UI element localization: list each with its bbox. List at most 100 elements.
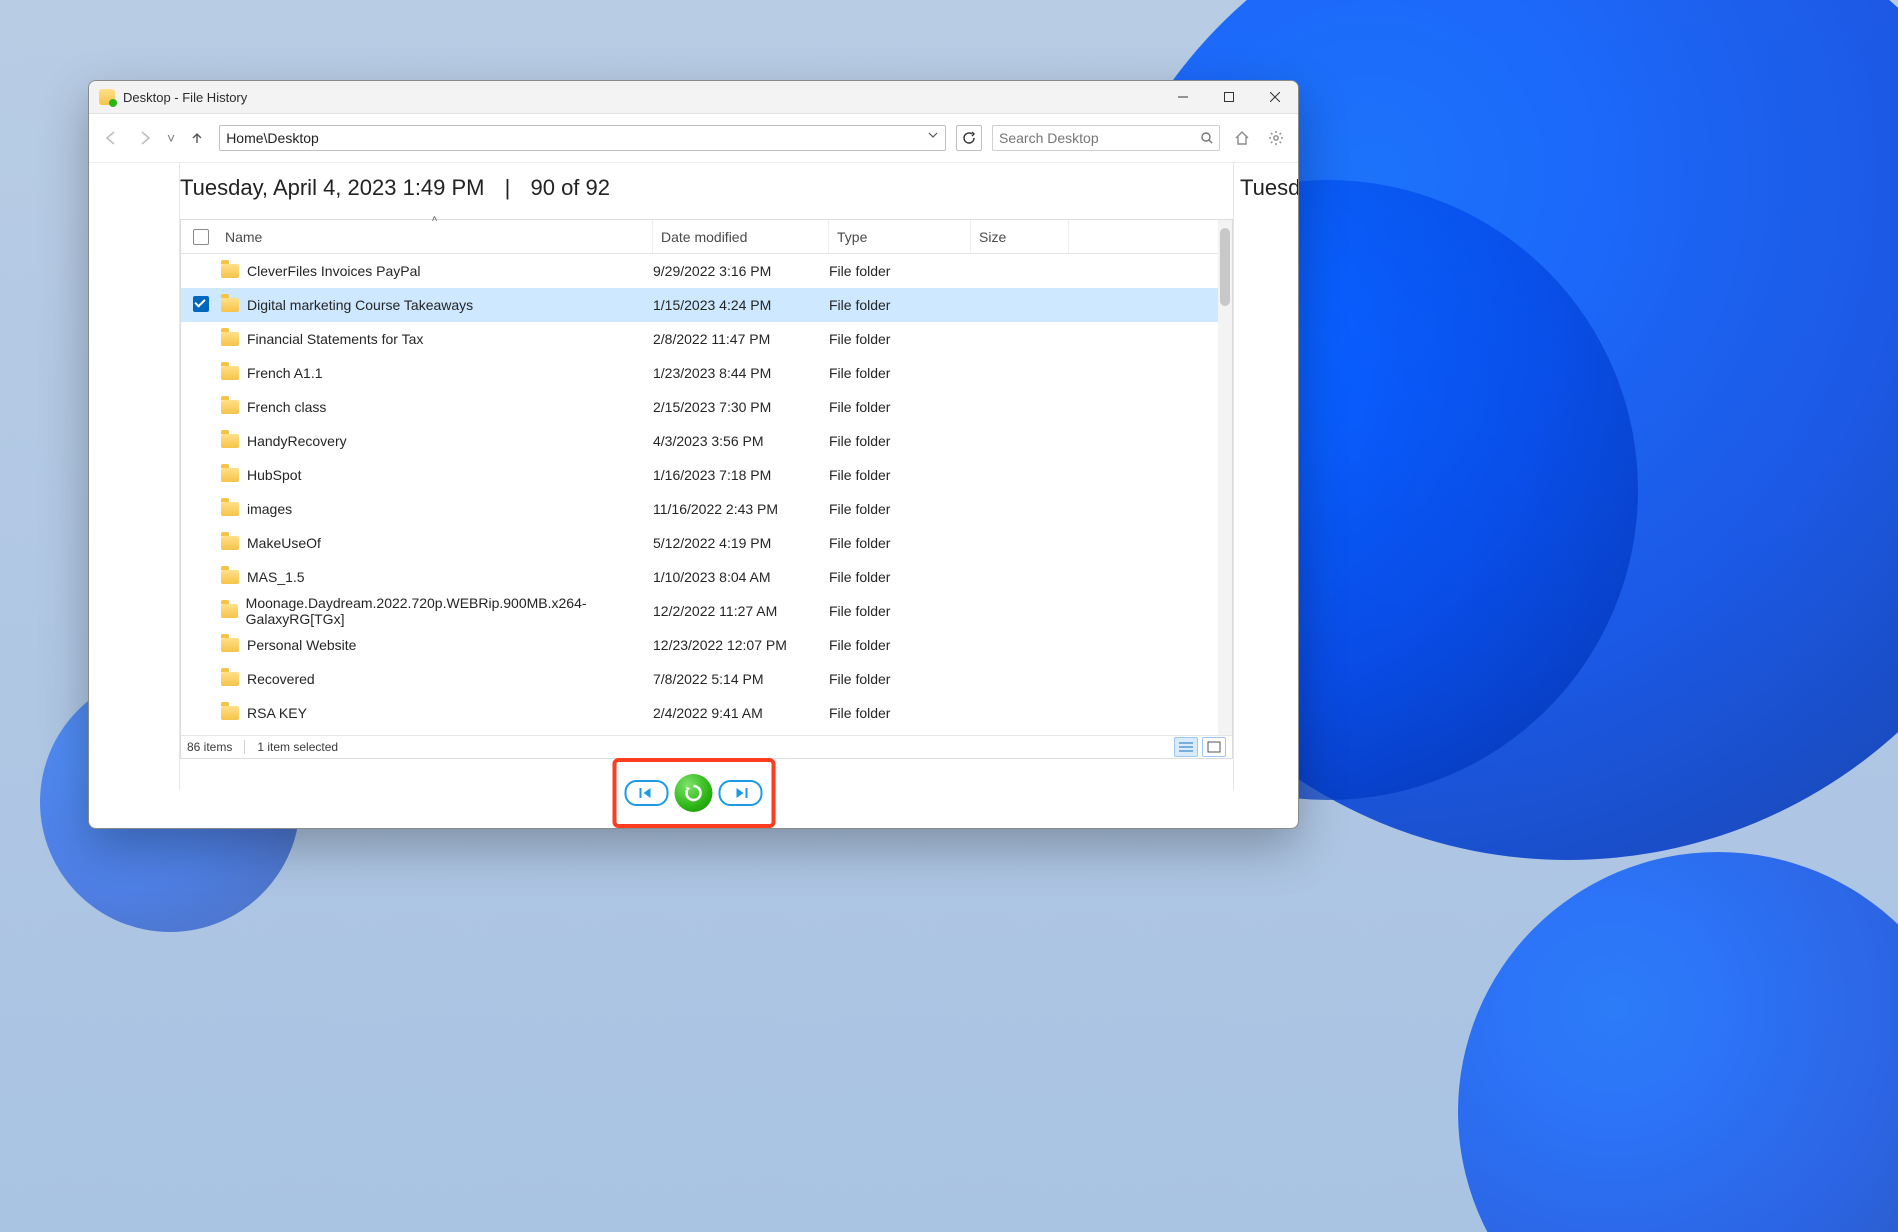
- table-row[interactable]: CleverFiles Invoices PayPal9/29/2022 3:1…: [181, 254, 1232, 288]
- file-type: File folder: [829, 603, 971, 619]
- file-type: File folder: [829, 433, 971, 449]
- table-row[interactable]: MAS_1.5 1/10/2023 8:04 AMFile folder: [181, 560, 1232, 594]
- folder-icon: [221, 672, 239, 686]
- table-row[interactable]: Recovered 7/8/2022 5:14 PMFile folder: [181, 662, 1232, 696]
- folder-icon: [221, 400, 239, 414]
- folder-icon: [221, 366, 239, 380]
- file-name: French A1.1: [247, 365, 323, 381]
- file-date: 2/4/2022 9:41 AM: [653, 705, 829, 721]
- previous-version-button[interactable]: [625, 780, 669, 806]
- folder-icon: [221, 570, 239, 584]
- column-size[interactable]: Size: [971, 220, 1069, 253]
- file-type: File folder: [829, 705, 971, 721]
- file-type: File folder: [829, 569, 971, 585]
- table-row[interactable]: Personal Website12/23/2022 12:07 PMFile …: [181, 628, 1232, 662]
- file-type: File folder: [829, 365, 971, 381]
- thumbnails-view-button[interactable]: [1202, 737, 1226, 757]
- select-all-checkbox[interactable]: [193, 229, 209, 245]
- toolbar: ˅ Home\Desktop Search Desktop: [89, 114, 1298, 163]
- file-date: 1/23/2023 8:44 PM: [653, 365, 829, 381]
- file-name: HandyRecovery: [247, 433, 347, 449]
- file-type: File folder: [829, 535, 971, 551]
- table-row[interactable]: MakeUseOf5/12/2022 4:19 PMFile folder: [181, 526, 1232, 560]
- chevron-down-icon[interactable]: [927, 129, 939, 141]
- folder-icon: [221, 502, 239, 516]
- table-row[interactable]: RSA KEY 2/4/2022 9:41 AMFile folder: [181, 696, 1232, 730]
- file-date: 5/12/2022 4:19 PM: [653, 535, 829, 551]
- file-name: French class: [247, 399, 326, 415]
- restore-button[interactable]: [675, 774, 713, 812]
- table-row[interactable]: French class2/15/2023 7:30 PMFile folder: [181, 390, 1232, 424]
- version-timestamp: Tuesday, April 4, 2023 1:49 PM: [180, 175, 485, 200]
- wallpaper-bloom: [1458, 852, 1898, 1232]
- table-row[interactable]: HandyRecovery 4/3/2023 3:56 PMFile folder: [181, 424, 1232, 458]
- minimize-button[interactable]: [1160, 81, 1206, 113]
- file-list: ˄ Name Date modified Type Size CleverFil…: [180, 219, 1233, 759]
- address-text: Home\Desktop: [226, 130, 319, 146]
- file-name: MAS_1.5: [247, 569, 305, 585]
- table-row[interactable]: Moonage.Daydream.2022.720p.WEBRip.900MB.…: [181, 594, 1232, 628]
- file-name: HubSpot: [247, 467, 301, 483]
- file-type: File folder: [829, 467, 971, 483]
- titlebar: Desktop - File History: [89, 81, 1298, 114]
- status-bar: 86 items 1 item selected: [181, 735, 1232, 758]
- scrollbar-thumb[interactable]: [1220, 228, 1230, 306]
- close-button[interactable]: [1252, 81, 1298, 113]
- table-row[interactable]: Financial Statements for Tax2/8/2022 11:…: [181, 322, 1232, 356]
- table-row[interactable]: French A1.1 1/23/2023 8:44 PMFile folder: [181, 356, 1232, 390]
- file-date: 4/3/2023 3:56 PM: [653, 433, 829, 449]
- column-name[interactable]: ˄ Name: [217, 220, 653, 253]
- sort-indicator-icon: ˄: [432, 214, 438, 225]
- file-date: 7/8/2022 5:14 PM: [653, 671, 829, 687]
- maximize-button[interactable]: [1206, 81, 1252, 113]
- next-version-peek[interactable]: Tuesda: [1233, 163, 1298, 790]
- file-name: Moonage.Daydream.2022.720p.WEBRip.900MB.…: [246, 595, 653, 627]
- row-checkbox[interactable]: [193, 296, 209, 312]
- next-version-label: Tuesda: [1240, 175, 1298, 201]
- search-placeholder: Search Desktop: [999, 130, 1099, 146]
- file-name: Recovered: [247, 671, 315, 687]
- tutorial-highlight: [612, 758, 775, 828]
- file-date: 1/10/2023 8:04 AM: [653, 569, 829, 585]
- settings-button[interactable]: [1264, 126, 1288, 150]
- folder-icon: [221, 264, 239, 278]
- address-bar[interactable]: Home\Desktop: [219, 125, 946, 151]
- file-type: File folder: [829, 671, 971, 687]
- details-view-button[interactable]: [1174, 737, 1198, 757]
- path-separator-icon: ˅: [167, 130, 175, 146]
- bottom-controls: [89, 788, 1298, 828]
- up-button[interactable]: [185, 126, 209, 150]
- file-date: 12/23/2022 12:07 PM: [653, 637, 829, 653]
- search-input[interactable]: Search Desktop: [992, 125, 1220, 151]
- vertical-scrollbar[interactable]: [1218, 220, 1232, 758]
- file-name: images: [247, 501, 292, 517]
- file-type: File folder: [829, 297, 971, 313]
- file-type: File folder: [829, 501, 971, 517]
- column-type[interactable]: Type: [829, 220, 971, 253]
- version-index: 90 of 92: [530, 175, 610, 200]
- file-type: File folder: [829, 331, 971, 347]
- version-header: Tuesday, April 4, 2023 1:49 PM | 90 of 9…: [180, 163, 1233, 219]
- status-selected-count: 1 item selected: [257, 740, 338, 754]
- back-button[interactable]: [99, 126, 123, 150]
- folder-icon: [221, 706, 239, 720]
- file-name: RSA KEY: [247, 705, 307, 721]
- column-date[interactable]: Date modified: [653, 220, 829, 253]
- file-date: 11/16/2022 2:43 PM: [653, 501, 829, 517]
- forward-button[interactable]: [133, 126, 157, 150]
- previous-version-peek[interactable]: [89, 163, 180, 790]
- file-history-icon: [99, 89, 115, 105]
- next-version-button[interactable]: [719, 780, 763, 806]
- folder-icon: [221, 638, 239, 652]
- status-item-count: 86 items: [187, 740, 232, 754]
- file-date: 1/15/2023 4:24 PM: [653, 297, 829, 313]
- table-row[interactable]: Digital marketing Course Takeaways1/15/2…: [181, 288, 1232, 322]
- home-button[interactable]: [1230, 126, 1254, 150]
- refresh-button[interactable]: [956, 125, 982, 151]
- folder-icon: [221, 536, 239, 550]
- table-row[interactable]: HubSpot1/16/2023 7:18 PMFile folder: [181, 458, 1232, 492]
- file-name: CleverFiles Invoices PayPal: [247, 263, 421, 279]
- table-row[interactable]: images 11/16/2022 2:43 PMFile folder: [181, 492, 1232, 526]
- column-headers: ˄ Name Date modified Type Size: [181, 220, 1232, 254]
- file-type: File folder: [829, 399, 971, 415]
